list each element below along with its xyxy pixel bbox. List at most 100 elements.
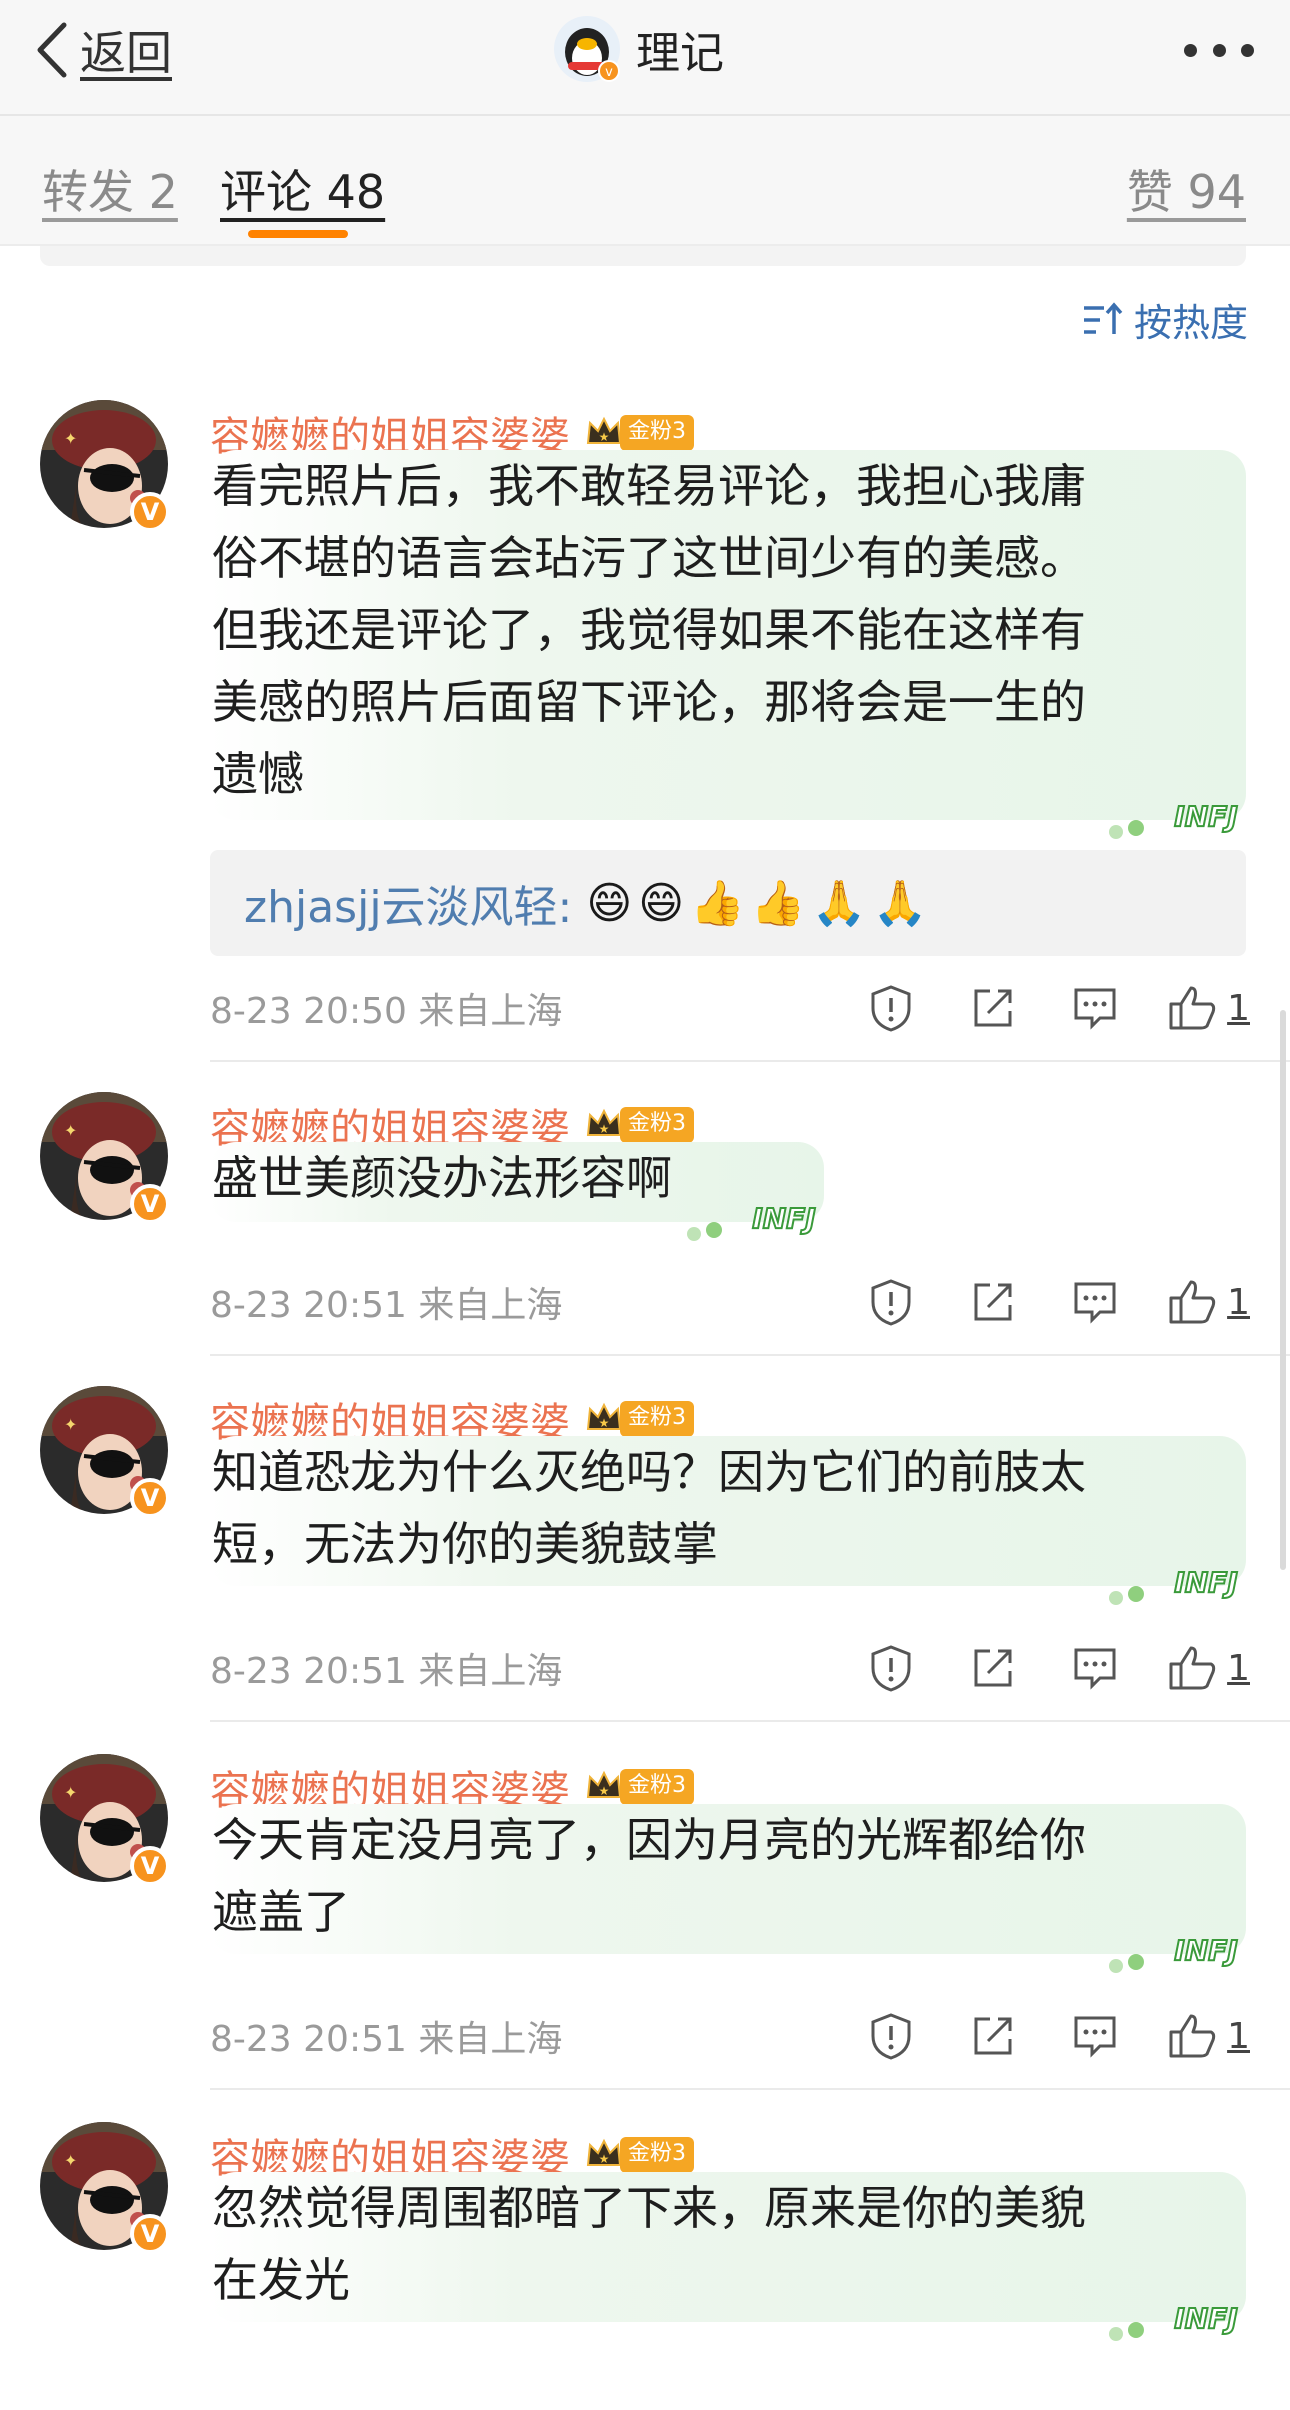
sort-label: 按热度: [1133, 301, 1248, 345]
reply-button[interactable]: [1065, 2006, 1125, 2066]
fan-level: 金粉3: [620, 1401, 694, 1437]
crown-icon: ★: [586, 1108, 622, 1136]
comment-time-location: 8-23 20:51 来自上海: [210, 2019, 563, 2060]
comment-text-bubble[interactable]: 知道恐龙为什么灭绝吗？因为它们的前肢太 短，无法为你的美貌鼓掌 INFJ: [210, 1436, 1246, 1605]
comment-text-bubble[interactable]: 看完照片后，我不敢轻易评论，我担心我庸 俗不堪的语言会玷污了这世间少有的美感。 …: [210, 450, 1246, 839]
reply-button[interactable]: [1065, 978, 1125, 1038]
comment-text-bubble[interactable]: 今天肯定没月亮了，因为月亮的光辉都给你 遮盖了 INFJ: [210, 1804, 1246, 1973]
commenter-avatar[interactable]: ✦ V: [40, 2122, 170, 2254]
infj-mark: INFJ: [1174, 800, 1237, 833]
like-count: 1: [1227, 987, 1250, 1029]
report-button[interactable]: [861, 2006, 921, 2066]
comment-meta: 8-23 20:50 来自上海 1: [210, 978, 1250, 1038]
chevron-left-icon: [37, 22, 67, 78]
share-button[interactable]: [963, 1272, 1023, 1332]
shield-alert-icon: [871, 1279, 911, 1326]
tab-comments[interactable]: 评论 48: [220, 156, 385, 222]
report-button[interactable]: [861, 978, 921, 1038]
like-count: 1: [1227, 1281, 1250, 1323]
svg-text:✦: ✦: [64, 429, 77, 448]
reply-button[interactable]: [1065, 1272, 1125, 1332]
svg-text:✦: ✦: [64, 2151, 77, 2170]
sort-button[interactable]: 按热度: [1082, 292, 1248, 347]
comment-text-bubble[interactable]: 盛世美颜没办法形容啊 INFJ: [210, 1142, 824, 1241]
top-nav-bar: 返回 v 理记: [0, 0, 1290, 116]
infj-sticker-icon: INFJ: [1109, 799, 1239, 839]
tab-bar: 转发 2 评论 48 赞 94: [0, 116, 1290, 246]
comment-meta: 8-23 20:51 来自上海 1: [210, 2006, 1250, 2066]
verified-badge-icon: V: [130, 1184, 170, 1224]
infj-mark: INFJ: [1174, 2302, 1237, 2335]
shield-alert-icon: [871, 985, 911, 1032]
thumbs-up-icon: [1169, 1646, 1216, 1690]
fan-level: 金粉3: [620, 2137, 694, 2173]
svg-text:★: ★: [599, 1122, 610, 1136]
back-button[interactable]: 返回: [34, 18, 172, 82]
comment-text: 今天肯定没月亮了，因为月亮的光辉都给你 遮盖了: [212, 1813, 1086, 1939]
fan-level: 金粉3: [620, 1769, 694, 1805]
infj-sticker-icon: INFJ: [1109, 1565, 1239, 1605]
comment-icon: [1074, 1282, 1116, 1324]
more-options-button[interactable]: [1184, 30, 1254, 70]
commenter-avatar[interactable]: ✦ V: [40, 1386, 170, 1518]
fan-badge[interactable]: ★ 金粉3: [584, 1399, 694, 1439]
commenter-avatar[interactable]: ✦ V: [40, 1754, 170, 1886]
comment-icon: [1074, 1648, 1116, 1690]
share-icon: [974, 1649, 1012, 1687]
svg-text:✦: ✦: [64, 1121, 77, 1140]
fan-badge[interactable]: ★ 金粉3: [584, 1105, 694, 1145]
page-title[interactable]: v 理记: [552, 14, 724, 84]
comment-text-bubble[interactable]: 忽然觉得周围都暗了下来，原来是你的美貌 在发光 INFJ: [210, 2172, 1246, 2341]
like-button[interactable]: 1: [1167, 978, 1250, 1038]
like-count: 1: [1227, 2015, 1250, 2057]
infj-sticker-icon: INFJ: [687, 1201, 817, 1241]
reply-button[interactable]: [1065, 1638, 1125, 1698]
like-button[interactable]: 1: [1167, 1638, 1250, 1698]
reply-emojis: 😄😄👍👍🙏🙏: [586, 878, 934, 929]
author-avatar: v: [552, 14, 622, 84]
comment-divider: [210, 1720, 1290, 1722]
share-button[interactable]: [963, 978, 1023, 1038]
comment-text: 看完照片后，我不敢轻易评论，我担心我庸 俗不堪的语言会玷污了这世间少有的美感。 …: [212, 459, 1086, 801]
fan-level: 金粉3: [620, 1107, 694, 1143]
crown-icon: ★: [586, 1770, 622, 1798]
like-count: 1: [1227, 1647, 1250, 1689]
share-icon: [974, 989, 1012, 1027]
scrollbar[interactable]: [1280, 1010, 1286, 1570]
infj-sticker-icon: INFJ: [1109, 1933, 1239, 1973]
commenter-avatar[interactable]: ✦ V: [40, 400, 170, 532]
like-button[interactable]: 1: [1167, 2006, 1250, 2066]
share-button[interactable]: [963, 2006, 1023, 2066]
fan-badge[interactable]: ★ 金粉3: [584, 1767, 694, 1807]
share-icon: [974, 1283, 1012, 1321]
report-button[interactable]: [861, 1638, 921, 1698]
more-dot-icon: [1184, 43, 1197, 57]
comment-icon: [1074, 988, 1116, 1030]
tab-repost[interactable]: 转发 2: [42, 156, 178, 222]
svg-text:★: ★: [599, 2152, 610, 2166]
thumbs-up-icon: [1169, 1280, 1216, 1324]
comment-time-location: 8-23 20:51 来自上海: [210, 1651, 563, 1692]
more-dot-icon: [1212, 43, 1226, 57]
svg-text:★: ★: [599, 1416, 610, 1430]
share-button[interactable]: [963, 1638, 1023, 1698]
infj-mark: INFJ: [1174, 1934, 1237, 1967]
report-button[interactable]: [861, 1272, 921, 1332]
commenter-avatar[interactable]: ✦ V: [40, 1092, 170, 1224]
comment-text: 知道恐龙为什么灭绝吗？因为它们的前肢太 短，无法为你的美貌鼓掌: [212, 1445, 1086, 1571]
comment-divider: [210, 2088, 1290, 2090]
svg-text:✦: ✦: [64, 1783, 77, 1802]
verified-badge-icon: V: [130, 492, 170, 532]
comment-meta: 8-23 20:51 来自上海 1: [210, 1638, 1250, 1698]
tab-likes[interactable]: 赞 94: [1127, 156, 1246, 222]
reply-preview[interactable]: zhjasjj云淡风轻: 😄😄👍👍🙏🙏: [210, 850, 1246, 956]
svg-text:★: ★: [599, 430, 610, 444]
crown-icon: ★: [586, 2138, 622, 2166]
like-button[interactable]: 1: [1167, 1272, 1250, 1332]
reply-username[interactable]: zhjasjj云淡风轻:: [244, 871, 572, 935]
fan-badge[interactable]: ★ 金粉3: [584, 413, 694, 453]
thumbs-up-icon: [1169, 986, 1216, 1030]
comment-divider: [210, 1354, 1290, 1356]
fan-badge[interactable]: ★ 金粉3: [584, 2135, 694, 2175]
verified-badge-icon: V: [130, 1846, 170, 1886]
